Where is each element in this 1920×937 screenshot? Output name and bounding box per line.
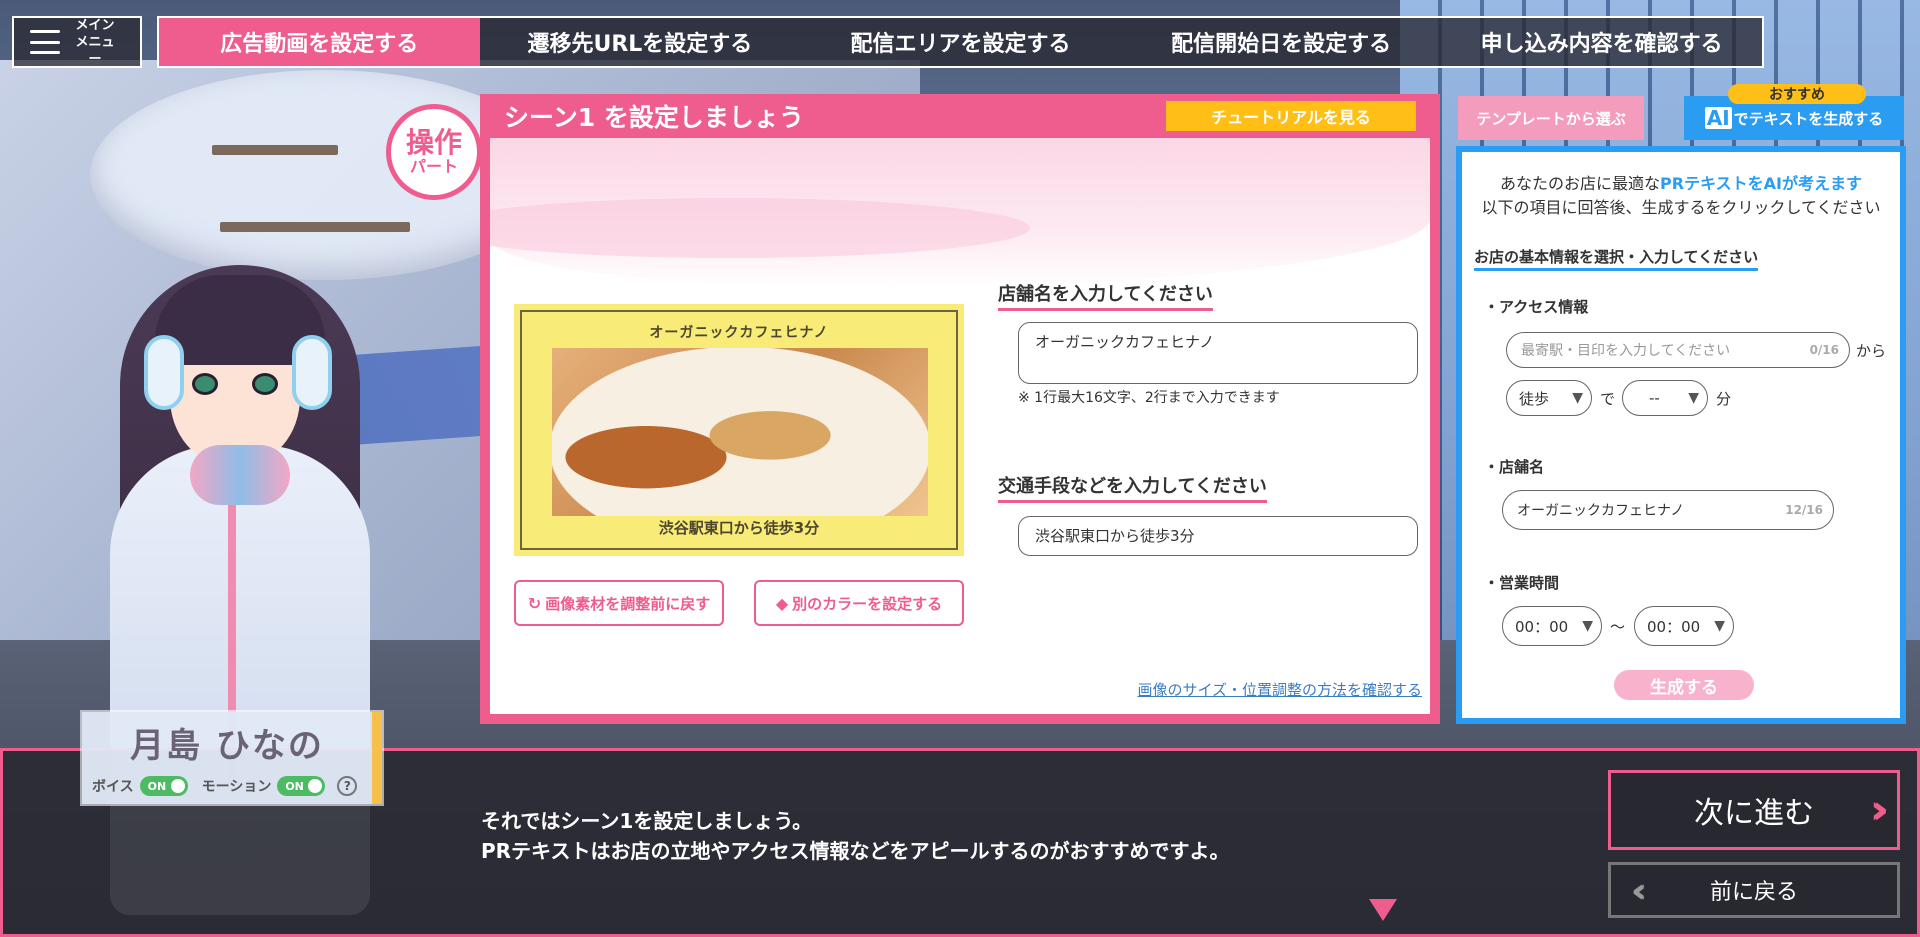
reset-image-label: 画像素材を調整前に戻す — [545, 594, 711, 613]
voice-toggle[interactable]: ON — [139, 776, 188, 796]
preview-food-photo — [552, 348, 928, 516]
access-info-title: ・アクセス情報 — [1484, 298, 1589, 316]
badge-bottom-text: パート — [409, 157, 458, 176]
image-adjust-help-link[interactable]: 画像のサイズ・位置調整の方法を確認する — [1137, 679, 1422, 700]
minutes-select[interactable]: -- ▼ — [1622, 380, 1708, 416]
ai-intro-line1: あなたのお店に最適なPRテキストをAIが考えます — [1500, 174, 1862, 193]
background-shelf — [212, 145, 338, 155]
main-menu-button[interactable]: メイン メニュー — [12, 16, 142, 68]
access-input[interactable]: 渋谷駅東口から徒歩3分 — [1018, 516, 1418, 556]
background-shelf — [220, 222, 410, 232]
tilde-label: ～ — [1610, 618, 1626, 636]
shop-name-note: ※ 1行最大16文字、2行まで入力できます — [1018, 390, 1280, 406]
motion-toggle[interactable]: ON — [277, 776, 326, 796]
step-navigation: 広告動画を設定する 遷移先URLを設定する 配信エリアを設定する 配信開始日を設… — [157, 16, 1764, 68]
back-button[interactable]: ‹‹ 前に戻る — [1608, 862, 1900, 918]
badge-top-text: 操作 — [405, 126, 462, 159]
back-label: 前に戻る — [1709, 880, 1798, 905]
preview-shop-name: オーガニックカフェヒナノ — [649, 325, 829, 341]
scene-settings-panel: シーン1 を設定しましょう チュートリアルを見る オーガニックカフェヒナノ 渋谷… — [480, 94, 1440, 724]
next-button[interactable]: 次に進む ›› — [1608, 770, 1900, 850]
ai-text-panel: あなたのお店に最適なPRテキストをAIが考えます 以下の項目に回答後、生成するを… — [1456, 146, 1906, 724]
operation-part-badge: 操作 パート — [386, 104, 482, 200]
minutes-label: 分 — [1716, 390, 1732, 408]
generate-button[interactable]: 生成する — [1614, 670, 1754, 700]
char-counter: 12/16 — [1785, 503, 1823, 517]
paint-bucket-icon: ◆ — [775, 593, 789, 613]
voice-label: ボイス — [92, 779, 134, 795]
ai-generate-label: でテキストを生成する — [1733, 109, 1884, 128]
dialog-line-2: PRテキストはお店の立地やアクセス情報などをアピールするのがおすすめですよ。 — [481, 839, 1230, 863]
hamburger-icon — [30, 30, 60, 54]
dialog-continue-icon[interactable] — [1369, 899, 1397, 921]
ai-intro-line2: 以下の項目に回答後、生成するをクリックしてください — [1481, 198, 1881, 217]
reset-icon: ↻ — [527, 593, 542, 613]
help-icon[interactable]: ? — [337, 776, 358, 796]
nearest-station-input[interactable]: 最寄駅・目印を入力してください 0/16 — [1506, 332, 1850, 368]
step-tab-confirm[interactable]: 申し込み内容を確認する — [1441, 18, 1762, 66]
headphone-icon — [144, 335, 184, 410]
main-menu-label: メイン メニュー — [72, 17, 118, 68]
hours-start-select[interactable]: 00：00 ▼ — [1502, 606, 1602, 646]
panel-title: シーン1 を設定しましょう — [504, 103, 804, 132]
travel-mode-select[interactable]: 徒歩 ▼ — [1506, 380, 1592, 416]
hours-end-select[interactable]: 00：00 ▼ — [1634, 606, 1734, 646]
double-chevron-left-icon: ‹‹ — [1631, 871, 1647, 911]
chevron-down-icon: ▼ — [1582, 618, 1593, 634]
shop-name-label: 店舗名を入力してください — [998, 280, 1213, 311]
panel-body: オーガニックカフェヒナノ 渋谷駅東口から徒歩3分 ↻ 画像素材を調整前に戻す ◆… — [490, 138, 1430, 714]
chevron-down-icon: ▼ — [1572, 390, 1583, 406]
panel-header: シーン1 を設定しましょう チュートリアルを見る — [490, 94, 1430, 138]
ai-intro-highlight: PRテキストをAIが考えます — [1660, 174, 1862, 193]
step-tab-destination-url[interactable]: 遷移先URLを設定する — [480, 18, 801, 66]
template-tab[interactable]: テンプレートから選ぶ — [1458, 96, 1644, 140]
main-menu-label-line1: メイン — [75, 17, 115, 33]
preview-caption: 渋谷駅東口から徒歩3分 — [658, 519, 820, 537]
chevron-down-icon: ▼ — [1714, 618, 1725, 634]
step-tab-start-date[interactable]: 配信開始日を設定する — [1121, 18, 1442, 66]
character-name-plate: 月島 ひなの ボイス ON モーション ON ? — [82, 712, 382, 804]
ai-shop-name-input[interactable]: オーガニックカフェヒナノ 12/16 — [1502, 490, 1834, 530]
ai-intro: あなたのお店に最適なPRテキストをAIが考えます 以下の項目に回答後、生成するを… — [1462, 172, 1900, 220]
main-menu-label-line2: メニュー — [75, 34, 115, 67]
change-color-button[interactable]: ◆ 別のカラーを設定する — [754, 580, 964, 626]
motion-label: モーション — [201, 779, 272, 795]
access-label: 交通手段などを入力してください — [998, 472, 1267, 503]
reset-image-button[interactable]: ↻ 画像素材を調整前に戻す — [514, 580, 724, 626]
ad-image-preview[interactable]: オーガニックカフェヒナノ 渋谷駅東口から徒歩3分 — [514, 304, 964, 556]
headphone-icon — [292, 335, 332, 410]
dialog-line-1: それではシーン1を設定しましょう。 — [481, 809, 813, 833]
tutorial-button[interactable]: チュートリアルを見る — [1166, 101, 1416, 131]
toggle-row: ボイス ON モーション ON ? — [92, 776, 358, 796]
chevron-down-icon: ▼ — [1688, 390, 1699, 406]
change-color-label: 別のカラーを設定する — [792, 594, 943, 613]
character-name: 月島 ひなの — [130, 726, 324, 766]
shop-name-input[interactable]: オーガニックカフェヒナノ — [1018, 322, 1418, 384]
step-tab-ad-video[interactable]: 広告動画を設定する — [159, 18, 480, 66]
shop-name-title: ・店舗名 — [1484, 458, 1545, 476]
recommend-badge: おすすめ — [1728, 84, 1866, 104]
de-label: で — [1600, 390, 1616, 408]
ai-icon: AI — [1704, 106, 1732, 130]
char-counter: 0/16 — [1809, 343, 1839, 357]
double-chevron-right-icon: ›› — [1870, 787, 1889, 833]
ai-section-title: お店の基本情報を選択・入力してください — [1474, 246, 1759, 271]
step-tab-delivery-area[interactable]: 配信エリアを設定する — [800, 18, 1121, 66]
next-label: 次に進む — [1694, 796, 1814, 831]
from-label: から — [1856, 342, 1887, 360]
business-hours-title: ・営業時間 — [1484, 574, 1560, 592]
